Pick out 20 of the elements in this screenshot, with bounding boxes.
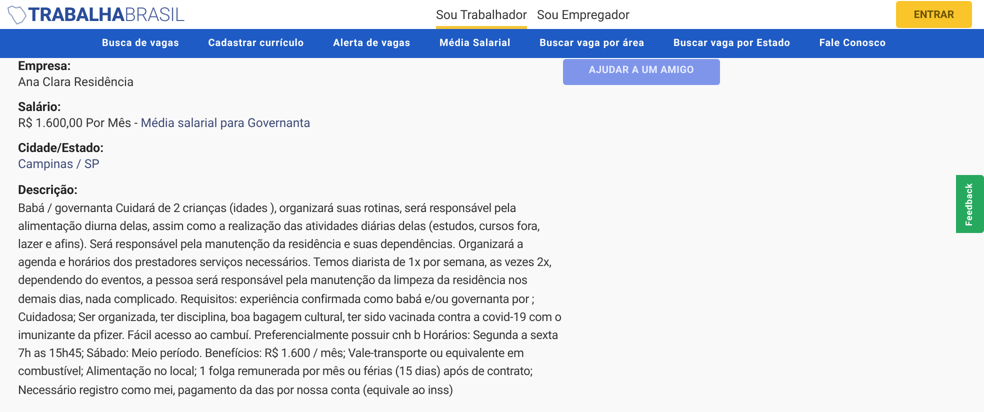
field-value: R$ 1.600,00 Por Mês - Média salarial para Governanta [18,116,312,134]
login-button[interactable]: ENTRAR [896,1,972,28]
nav-link[interactable]: Buscar vaga por Estado [673,38,790,49]
nav-link[interactable]: Cadastrar currículo [208,38,304,49]
field-label: Empresa: [18,58,72,75]
map-outline-icon [6,4,28,26]
location-link[interactable]: Campinas / SP [18,157,563,175]
nav-link[interactable]: Alerta de vagas [333,38,411,49]
field-label: Salário: [18,99,62,116]
logo[interactable]: TRABALHABRASIL [28,3,185,26]
description-text: Babá / governanta Cuidará de 2 crianças (idades ), organizará suas rotinas, será responsável pela alimentação diurna delas, assim como a realização das atividades diárias delas (estudos, cursos fora, lazer e afins). Será responsável pela manutenção da residência e suas dependências. Organizará a agenda e horários dos prestadores serviços necessários. Temos diarista de 1x por semana, as vezes 2x, dependendo do eventos, a pessoa será responsável pela manutenção da limpeza da residência nos demais dias, nada complicado. Requisitos: experiência confirmada como babá e/ou governanta por ; Cuidadosa; Ser organizada, ter disciplina, boa bagagem cultural, ter sido vacinada contra a covid-19 com o imunizante da pfizer. Fácil acesso ao cambuí. Preferencialmente possuir cnh b Horários: Segunda a sexta 7h as 15h45; Sábado: Meio período. Benefícios: R$ 1.600 / mês; Vale-transporte ou equivalente em combustível; Alimentação no local; 1 folga remunerada por mês ou férias (15 dias) após de contrato; Necessário registro como mei, pagamento da das por nossa conta (equivale ao inss) [18,200,562,399]
nav-link[interactable]: Busca de vagas [102,38,180,49]
nav-link[interactable]: Média Salarial [440,38,511,49]
salary-link[interactable]: Média salarial para Governanta [140,117,310,132]
field-label: Cidade/Estado: [18,140,105,158]
nav-link[interactable]: Buscar vaga por área [540,38,644,49]
nav-tab[interactable]: Sou Empregador [537,0,630,29]
field-label: Descrição: [18,182,78,199]
field-value: Ana Clara Residência [18,75,135,92]
nav-link[interactable]: Fale Conosco [819,38,886,49]
